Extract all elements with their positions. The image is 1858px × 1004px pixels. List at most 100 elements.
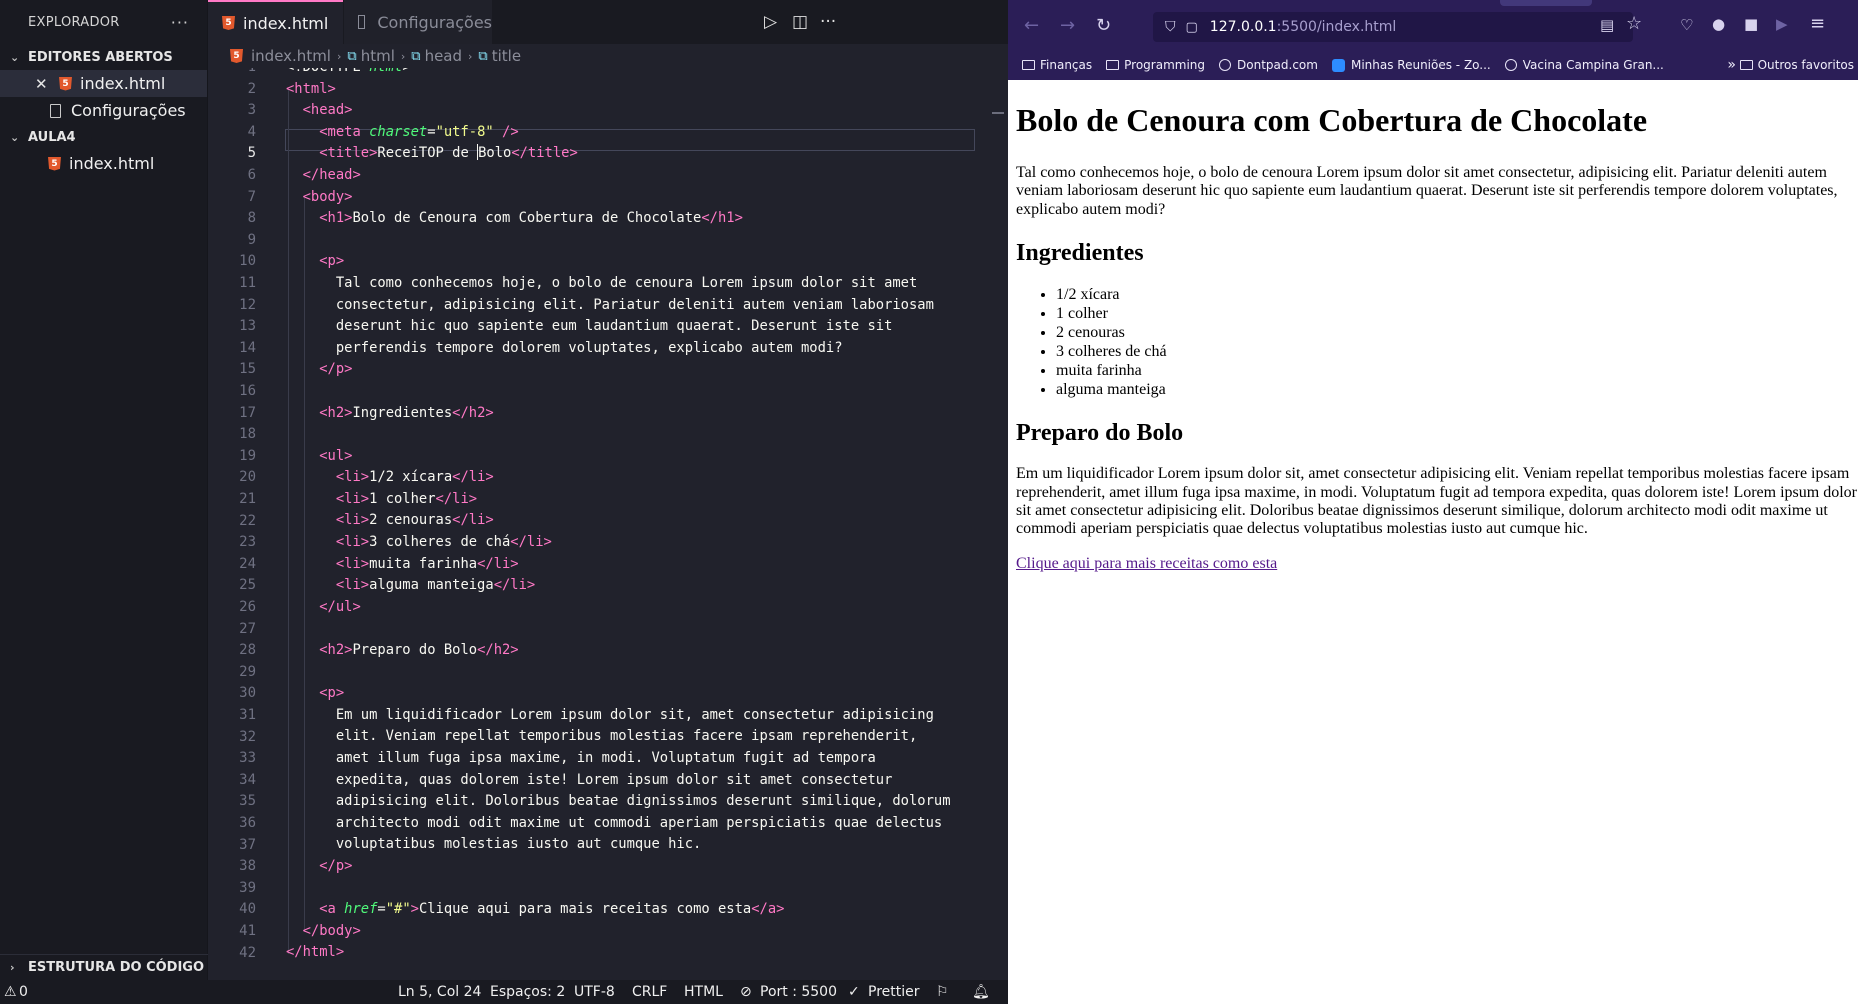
bookmark-label: Outros favoritos	[1757, 58, 1854, 72]
notifications-icon[interactable]: 🔔︎	[972, 984, 990, 1000]
bookmark-label: Dontpad.com	[1237, 58, 1318, 72]
line-number: 1	[208, 68, 256, 79]
live-server-port[interactable]: Port : 5500	[760, 984, 837, 1000]
list-item: 2 cenouras	[1056, 323, 1858, 342]
line-number: 36	[239, 815, 256, 831]
chevron-down-icon: ⌄	[10, 130, 20, 144]
tab-index-html[interactable]: 5 index.html	[208, 0, 343, 44]
editor-tabs: 5 index.html Configurações ▷ ◫ ···	[208, 0, 1008, 44]
ingredients-heading: Ingredientes	[1016, 240, 1144, 267]
breadcrumb-item[interactable]: head	[425, 47, 462, 65]
code-editor[interactable]: 1234567891011121314151617181920212223242…	[208, 68, 1008, 980]
symbol-icon: ⧉	[478, 48, 488, 64]
language-mode[interactable]: HTML	[684, 984, 723, 1000]
extension-play-icon[interactable]: ▶	[1776, 15, 1788, 33]
bookmark-zoom[interactable]: Minhas Reuniões - Zo...	[1331, 58, 1491, 72]
line-endings[interactable]: CRLF	[632, 984, 667, 1000]
folder-section-aula4[interactable]: ⌄ AULA4	[0, 124, 207, 150]
line-number: 15	[239, 361, 256, 378]
line-number: 18	[239, 426, 256, 443]
line-number: 3	[247, 102, 256, 119]
line-number: 32	[239, 728, 256, 745]
file-item-index[interactable]: 5 index.html	[0, 150, 207, 177]
chevron-right-icon: ›	[468, 49, 473, 63]
status-bar: ⚠ 0 Ln 5, Col 24 Espaços: 2 UTF-8 CRLF H…	[0, 980, 1008, 1004]
bookmark-dontpad[interactable]: Dontpad.com	[1219, 58, 1318, 72]
bookmark-other[interactable]: Outros favoritos	[1739, 58, 1854, 72]
line-number: 6	[247, 167, 256, 183]
chevron-down-icon: ⌄	[10, 50, 20, 64]
breadcrumb-item[interactable]: title	[492, 47, 521, 65]
indentation[interactable]: Espaços: 2	[490, 984, 565, 1000]
line-number: 23	[239, 534, 256, 551]
open-editors-section[interactable]: ⌄ EDITORES ABERTOS	[0, 44, 207, 70]
run-icon[interactable]: ▷	[764, 12, 777, 32]
globe-icon	[1219, 59, 1232, 71]
open-editor-item-settings[interactable]: Configurações	[0, 97, 207, 124]
code-line: <!DOCTYPE html>	[286, 68, 411, 75]
tab-configuracoes[interactable]: Configurações	[344, 0, 492, 44]
chevron-right-icon: ›	[336, 49, 342, 63]
folder-icon	[1022, 60, 1035, 70]
url-host: 127.0.0.1	[1209, 19, 1277, 35]
warning-icon[interactable]: ⚠	[4, 984, 17, 1000]
page-info-icon[interactable]: ▢	[1186, 20, 1198, 35]
menu-icon[interactable]: ≡	[1810, 13, 1825, 34]
line-number: 12	[239, 296, 256, 313]
cursor-position[interactable]: Ln 5, Col 24	[398, 984, 481, 1000]
extension-icon[interactable]: ■	[1744, 15, 1758, 33]
breadcrumb-item[interactable]: index.html	[251, 47, 331, 65]
address-bar[interactable]: ⛉ ▢ 127.0.0.1 :5500/index.html	[1153, 12, 1633, 42]
folder-label: AULA4	[28, 129, 76, 145]
line-number: 34	[239, 771, 256, 788]
forward-icon[interactable]: →	[1060, 15, 1075, 36]
outline-section[interactable]: › ESTRUTURA DO CÓDIGO	[0, 954, 208, 980]
reload-icon[interactable]: ↻	[1096, 15, 1111, 36]
more-actions-icon[interactable]: ···	[171, 13, 189, 32]
back-icon[interactable]: ←	[1024, 15, 1039, 36]
bookmark-programming[interactable]: Programming	[1106, 58, 1205, 72]
page-content: Bolo de Cenoura com Cobertura de Chocola…	[1008, 80, 1858, 1004]
line-number: 7	[247, 188, 256, 205]
bookmark-star-icon[interactable]: ☆	[1626, 13, 1642, 34]
split-editor-icon[interactable]: ◫	[792, 12, 808, 32]
open-editor-label: index.html	[80, 74, 166, 93]
line-number: 2	[247, 80, 256, 97]
more-actions-icon[interactable]: ···	[820, 12, 836, 32]
account-icon[interactable]: ●	[1712, 15, 1725, 33]
encoding[interactable]: UTF-8	[574, 984, 615, 1000]
breadcrumb-item[interactable]: html	[361, 47, 395, 65]
feedback-icon[interactable]: ⚐	[936, 984, 949, 1000]
text-cursor	[477, 144, 479, 161]
line-number: 25	[239, 577, 256, 594]
line-number: 17	[239, 404, 256, 421]
problems-count[interactable]: 0	[19, 984, 28, 1000]
line-number: 42	[239, 944, 256, 961]
open-editor-item-index[interactable]: ✕ 5 index.html	[0, 70, 207, 97]
tab-label: Configurações	[377, 12, 492, 32]
list-item: 1 colher	[1056, 304, 1858, 323]
pocket-icon[interactable]: ♡	[1680, 16, 1693, 34]
close-icon[interactable]: ✕	[35, 75, 49, 93]
chevron-right-icon: ›	[400, 49, 406, 63]
line-number: 30	[239, 685, 256, 702]
bookmark-vacina[interactable]: Vacina Campina Gran...	[1504, 58, 1664, 72]
shield-icon[interactable]: ⛉	[1165, 19, 1176, 35]
html5-icon: 5	[222, 16, 235, 30]
line-number: 13	[239, 318, 256, 335]
list-item: 1/2 xícara	[1056, 285, 1858, 304]
tab-label: index.html	[243, 13, 329, 33]
bookmark-financas[interactable]: Finanças	[1022, 58, 1092, 72]
chevron-double-right-icon[interactable]: »	[1727, 57, 1736, 73]
html5-icon: 5	[230, 49, 243, 63]
reader-view-icon[interactable]: ▤	[1600, 16, 1614, 34]
more-recipes-link[interactable]: Clique aqui para mais receitas como esta	[1016, 555, 1277, 572]
prettier-status[interactable]: Prettier	[868, 984, 920, 1000]
line-number: 27	[239, 620, 256, 637]
html5-icon: 5	[59, 76, 72, 91]
line-number: 4	[247, 123, 256, 140]
line-number: 31	[239, 707, 256, 723]
list-item: muita farinha	[1056, 361, 1858, 380]
list-item: 3 colheres de chá	[1056, 342, 1858, 361]
chevron-right-icon: ›	[10, 961, 15, 974]
